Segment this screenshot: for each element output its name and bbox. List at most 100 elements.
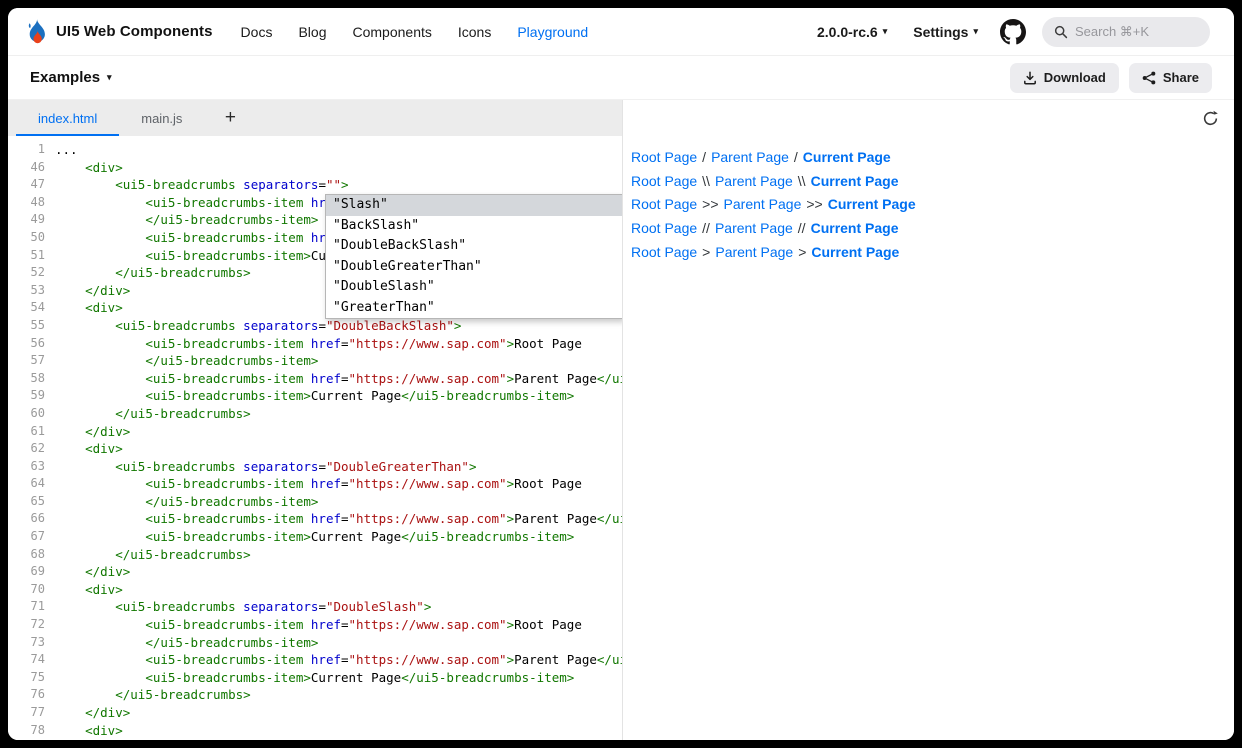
nav-link-docs[interactable]: Docs <box>241 24 273 40</box>
code-text: </ui5-breadcrumbs-item> <box>45 493 318 511</box>
code-line: 55 <ui5-breadcrumbs separators="DoubleBa… <box>8 317 622 335</box>
code-line: 57 </ui5-breadcrumbs-item> <box>8 352 622 370</box>
code-token: = <box>318 599 326 614</box>
line-number: 70 <box>8 581 45 599</box>
autocomplete-option[interactable]: "DoubleSlash" <box>326 277 622 298</box>
code-token: > <box>469 459 477 474</box>
breadcrumb-separator: \\ <box>702 173 710 189</box>
code-text: ... <box>45 141 78 159</box>
github-link[interactable] <box>1000 19 1026 45</box>
code-line: 59 <ui5-breadcrumbs-item>Current Page</u… <box>8 387 622 405</box>
code-token <box>55 388 145 403</box>
code-token: = <box>341 652 349 667</box>
breadcrumb-link[interactable]: Root Page <box>631 196 697 212</box>
breadcrumb-separator: \\ <box>798 173 806 189</box>
autocomplete-option[interactable]: "GreaterThan" <box>326 298 622 319</box>
code-token: </ui5-breadcrumbs> <box>115 687 250 702</box>
tab-index.html[interactable]: index.html <box>16 100 119 136</box>
refresh-icon <box>1202 110 1219 127</box>
code-token <box>55 582 85 597</box>
line-number: 52 <box>8 264 45 282</box>
breadcrumb-current[interactable]: Current Page <box>811 244 899 260</box>
examples-dropdown[interactable]: Examples ▾ <box>30 69 112 86</box>
line-number: 56 <box>8 335 45 353</box>
code-token: href <box>311 652 341 667</box>
refresh-button[interactable] <box>1200 108 1221 129</box>
tab-main.js[interactable]: main.js <box>119 100 204 136</box>
code-token: </ui5-breadcrumbs-item> <box>597 371 622 386</box>
code-text: <ui5-breadcrumbs separators=""> <box>45 176 349 194</box>
breadcrumb-link[interactable]: Parent Page <box>715 244 793 260</box>
nav-link-blog[interactable]: Blog <box>298 24 326 40</box>
code-text: <div> <box>45 440 123 458</box>
version-dropdown[interactable]: 2.0.0-rc.6 ▾ <box>817 24 887 40</box>
download-button[interactable]: Download <box>1010 63 1119 93</box>
breadcrumb-separator: / <box>794 149 798 165</box>
code-line: 70 <div> <box>8 581 622 599</box>
code-token <box>55 265 115 280</box>
code-token: Parent Page <box>514 511 597 526</box>
breadcrumb-current[interactable]: Current Page <box>811 173 899 189</box>
nav-link-components[interactable]: Components <box>352 24 431 40</box>
breadcrumb-current[interactable]: Current Page <box>828 196 916 212</box>
code-text: </div> <box>45 423 130 441</box>
examples-toolbar: Examples ▾ Download Share <box>8 56 1234 100</box>
settings-dropdown[interactable]: Settings ▾ <box>913 24 978 40</box>
line-number: 69 <box>8 563 45 581</box>
code-token <box>55 248 145 263</box>
code-text: </ui5-breadcrumbs-item> <box>45 211 318 229</box>
code-text: <ui5-breadcrumbs-item href="https://www.… <box>45 475 582 493</box>
code-line: 1... <box>8 141 622 159</box>
breadcrumb-link[interactable]: Parent Page <box>715 220 793 236</box>
breadcrumbs-row: Root Page//Parent Page//Current Page <box>631 217 1234 241</box>
code-line: 75 <ui5-breadcrumbs-item>Current Page</u… <box>8 669 622 687</box>
code-line: 67 <ui5-breadcrumbs-item>Current Page</u… <box>8 528 622 546</box>
code-editor[interactable]: 1...46 <div>47 <ui5-breadcrumbs separato… <box>8 136 622 740</box>
breadcrumb-current[interactable]: Current Page <box>811 220 899 236</box>
new-tab-button[interactable]: + <box>210 100 250 136</box>
code-token: <div> <box>85 300 123 315</box>
breadcrumb-link[interactable]: Root Page <box>631 173 697 189</box>
code-token: "https://www.sap.com" <box>349 371 507 386</box>
code-token: </div> <box>85 564 130 579</box>
code-line: 72 <ui5-breadcrumbs-item href="https://w… <box>8 616 622 634</box>
autocomplete-option[interactable]: "BackSlash" <box>326 216 622 237</box>
code-token <box>55 652 145 667</box>
code-line: 71 <ui5-breadcrumbs separators="DoubleSl… <box>8 598 622 616</box>
breadcrumb-link[interactable]: Root Page <box>631 244 697 260</box>
breadcrumb-separator: // <box>702 220 710 236</box>
breadcrumb-link[interactable]: Parent Page <box>715 173 793 189</box>
code-token: = <box>318 177 326 192</box>
search-input[interactable]: Search ⌘+K <box>1042 17 1210 47</box>
breadcrumb-current[interactable]: Current Page <box>803 149 891 165</box>
autocomplete-option[interactable]: "DoubleGreaterThan" <box>326 257 622 278</box>
autocomplete-option[interactable]: "DoubleBackSlash" <box>326 236 622 257</box>
code-token <box>55 599 115 614</box>
code-token: </div> <box>85 283 130 298</box>
code-token <box>55 547 115 562</box>
line-number: 46 <box>8 159 45 177</box>
share-button[interactable]: Share <box>1129 63 1212 93</box>
nav-link-icons[interactable]: Icons <box>458 24 491 40</box>
line-number: 71 <box>8 598 45 616</box>
code-token <box>55 353 145 368</box>
autocomplete-option[interactable]: "Slash" <box>326 195 622 216</box>
breadcrumb-link[interactable]: Parent Page <box>711 149 789 165</box>
breadcrumbs-row: Root Page>>Parent Page>>Current Page <box>631 193 1234 217</box>
code-token: </ui5-breadcrumbs-item> <box>145 353 318 368</box>
code-token: </ui5-breadcrumbs-item> <box>597 652 622 667</box>
code-token <box>55 723 85 738</box>
breadcrumb-link[interactable]: Root Page <box>631 220 697 236</box>
code-token: "DoubleSlash" <box>326 599 424 614</box>
line-number: 55 <box>8 317 45 335</box>
preview-pane: Root Page/Parent Page/Current PageRoot P… <box>623 100 1234 740</box>
nav-link-playground[interactable]: Playground <box>517 24 588 40</box>
brand-title[interactable]: UI5 Web Components <box>56 23 213 40</box>
ui5-logo-icon <box>24 18 48 46</box>
code-token: <ui5-breadcrumbs-item <box>145 511 303 526</box>
breadcrumb-separator: > <box>702 244 710 260</box>
code-token: </ui5-breadcrumbs-item> <box>401 670 574 685</box>
breadcrumb-link[interactable]: Parent Page <box>724 196 802 212</box>
breadcrumb-link[interactable]: Root Page <box>631 149 697 165</box>
breadcrumbs-row: Root Page \\ Parent Page \\ Current Page <box>631 170 1234 194</box>
